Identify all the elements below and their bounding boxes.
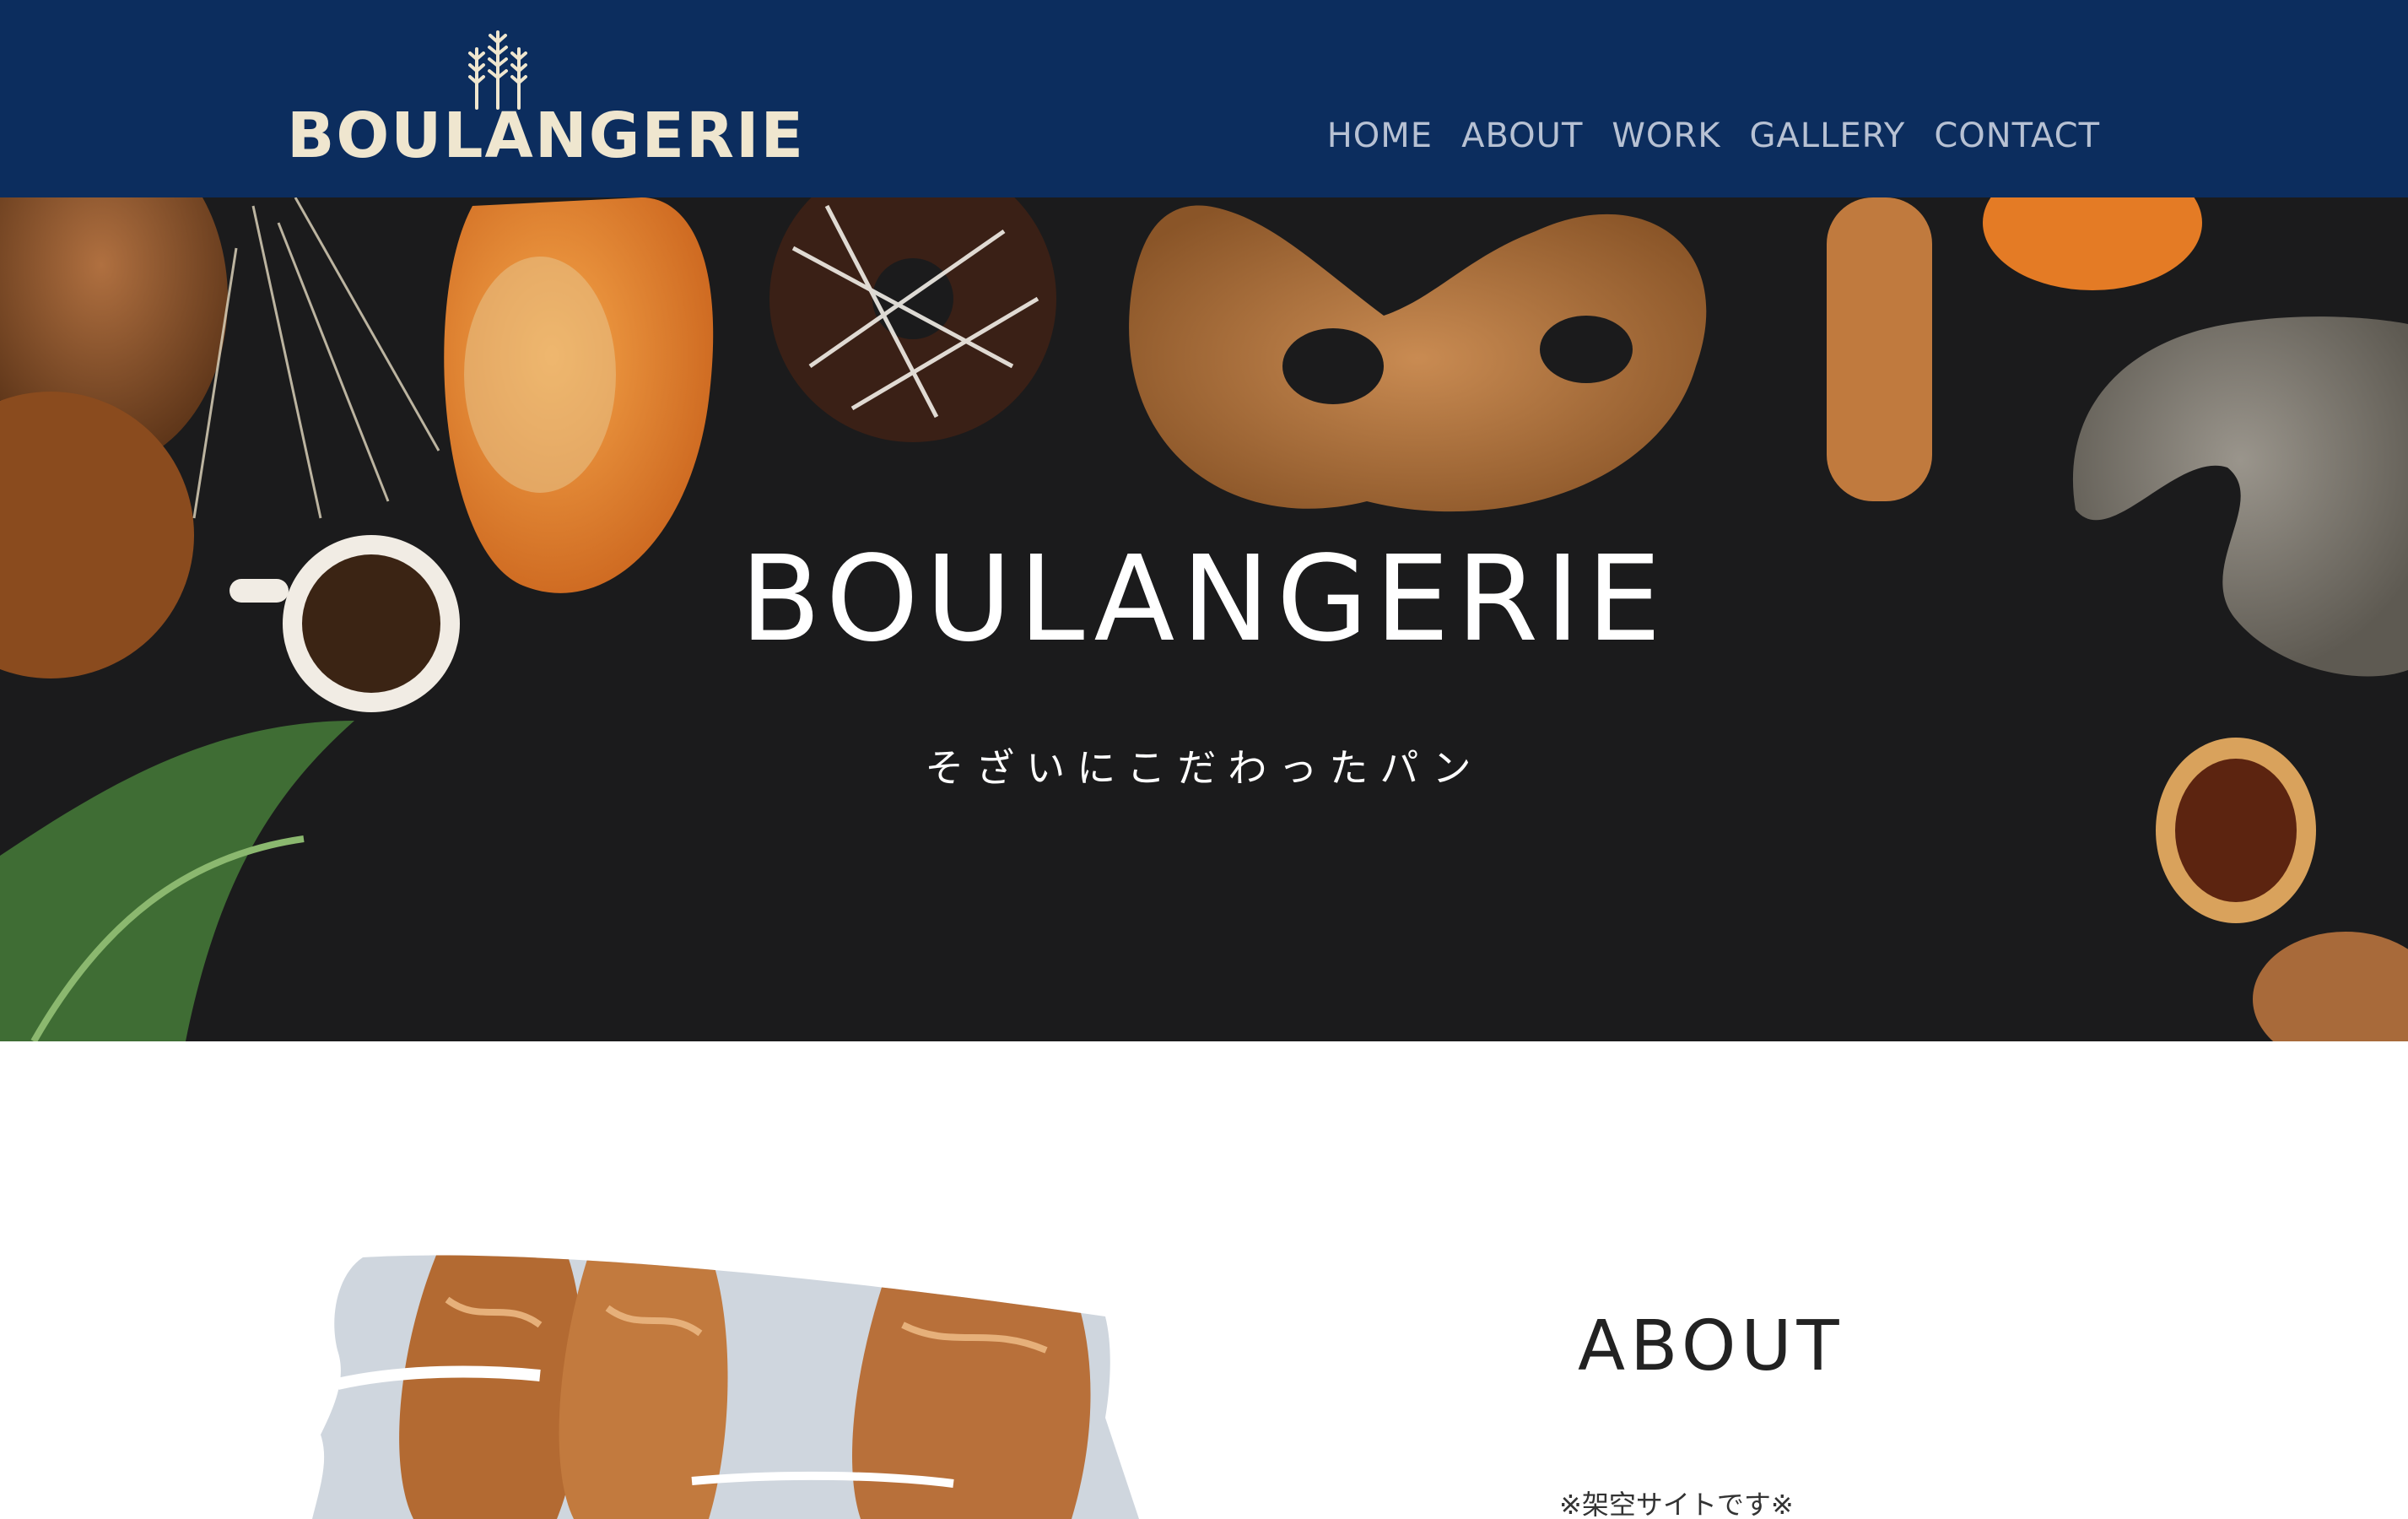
nav-item-about[interactable]: ABOUT — [1461, 116, 1583, 155]
about-note: ※架空サイトです※ — [1559, 1489, 1794, 1519]
hero-title: BOULANGERIE — [740, 531, 1668, 668]
nav-item-home[interactable]: HOME — [1327, 116, 1433, 155]
nav-item-gallery[interactable]: GALLERY — [1749, 116, 1905, 155]
site-logo[interactable]: BOULANGERIE — [287, 25, 803, 172]
about-baguette-image — [312, 1255, 1139, 1519]
hero-subtitle: そざいにこだわったパン — [925, 745, 1483, 791]
nav-item-work[interactable]: WORK — [1612, 116, 1720, 155]
wheat-icon — [468, 30, 527, 110]
site-header: BOULANGERIE HOME ABOUT WORK GALLERY CONT… — [0, 0, 2408, 197]
nav-item-contact[interactable]: CONTACT — [1934, 116, 2100, 155]
logo-text: BOULANGERIE — [287, 100, 806, 172]
hero-section: BOULANGERIE そざいにこだわったパン — [0, 197, 2408, 1041]
about-heading: ABOUT — [1578, 1306, 1844, 1387]
main-nav: HOME ABOUT WORK GALLERY CONTACT — [1327, 116, 2100, 155]
